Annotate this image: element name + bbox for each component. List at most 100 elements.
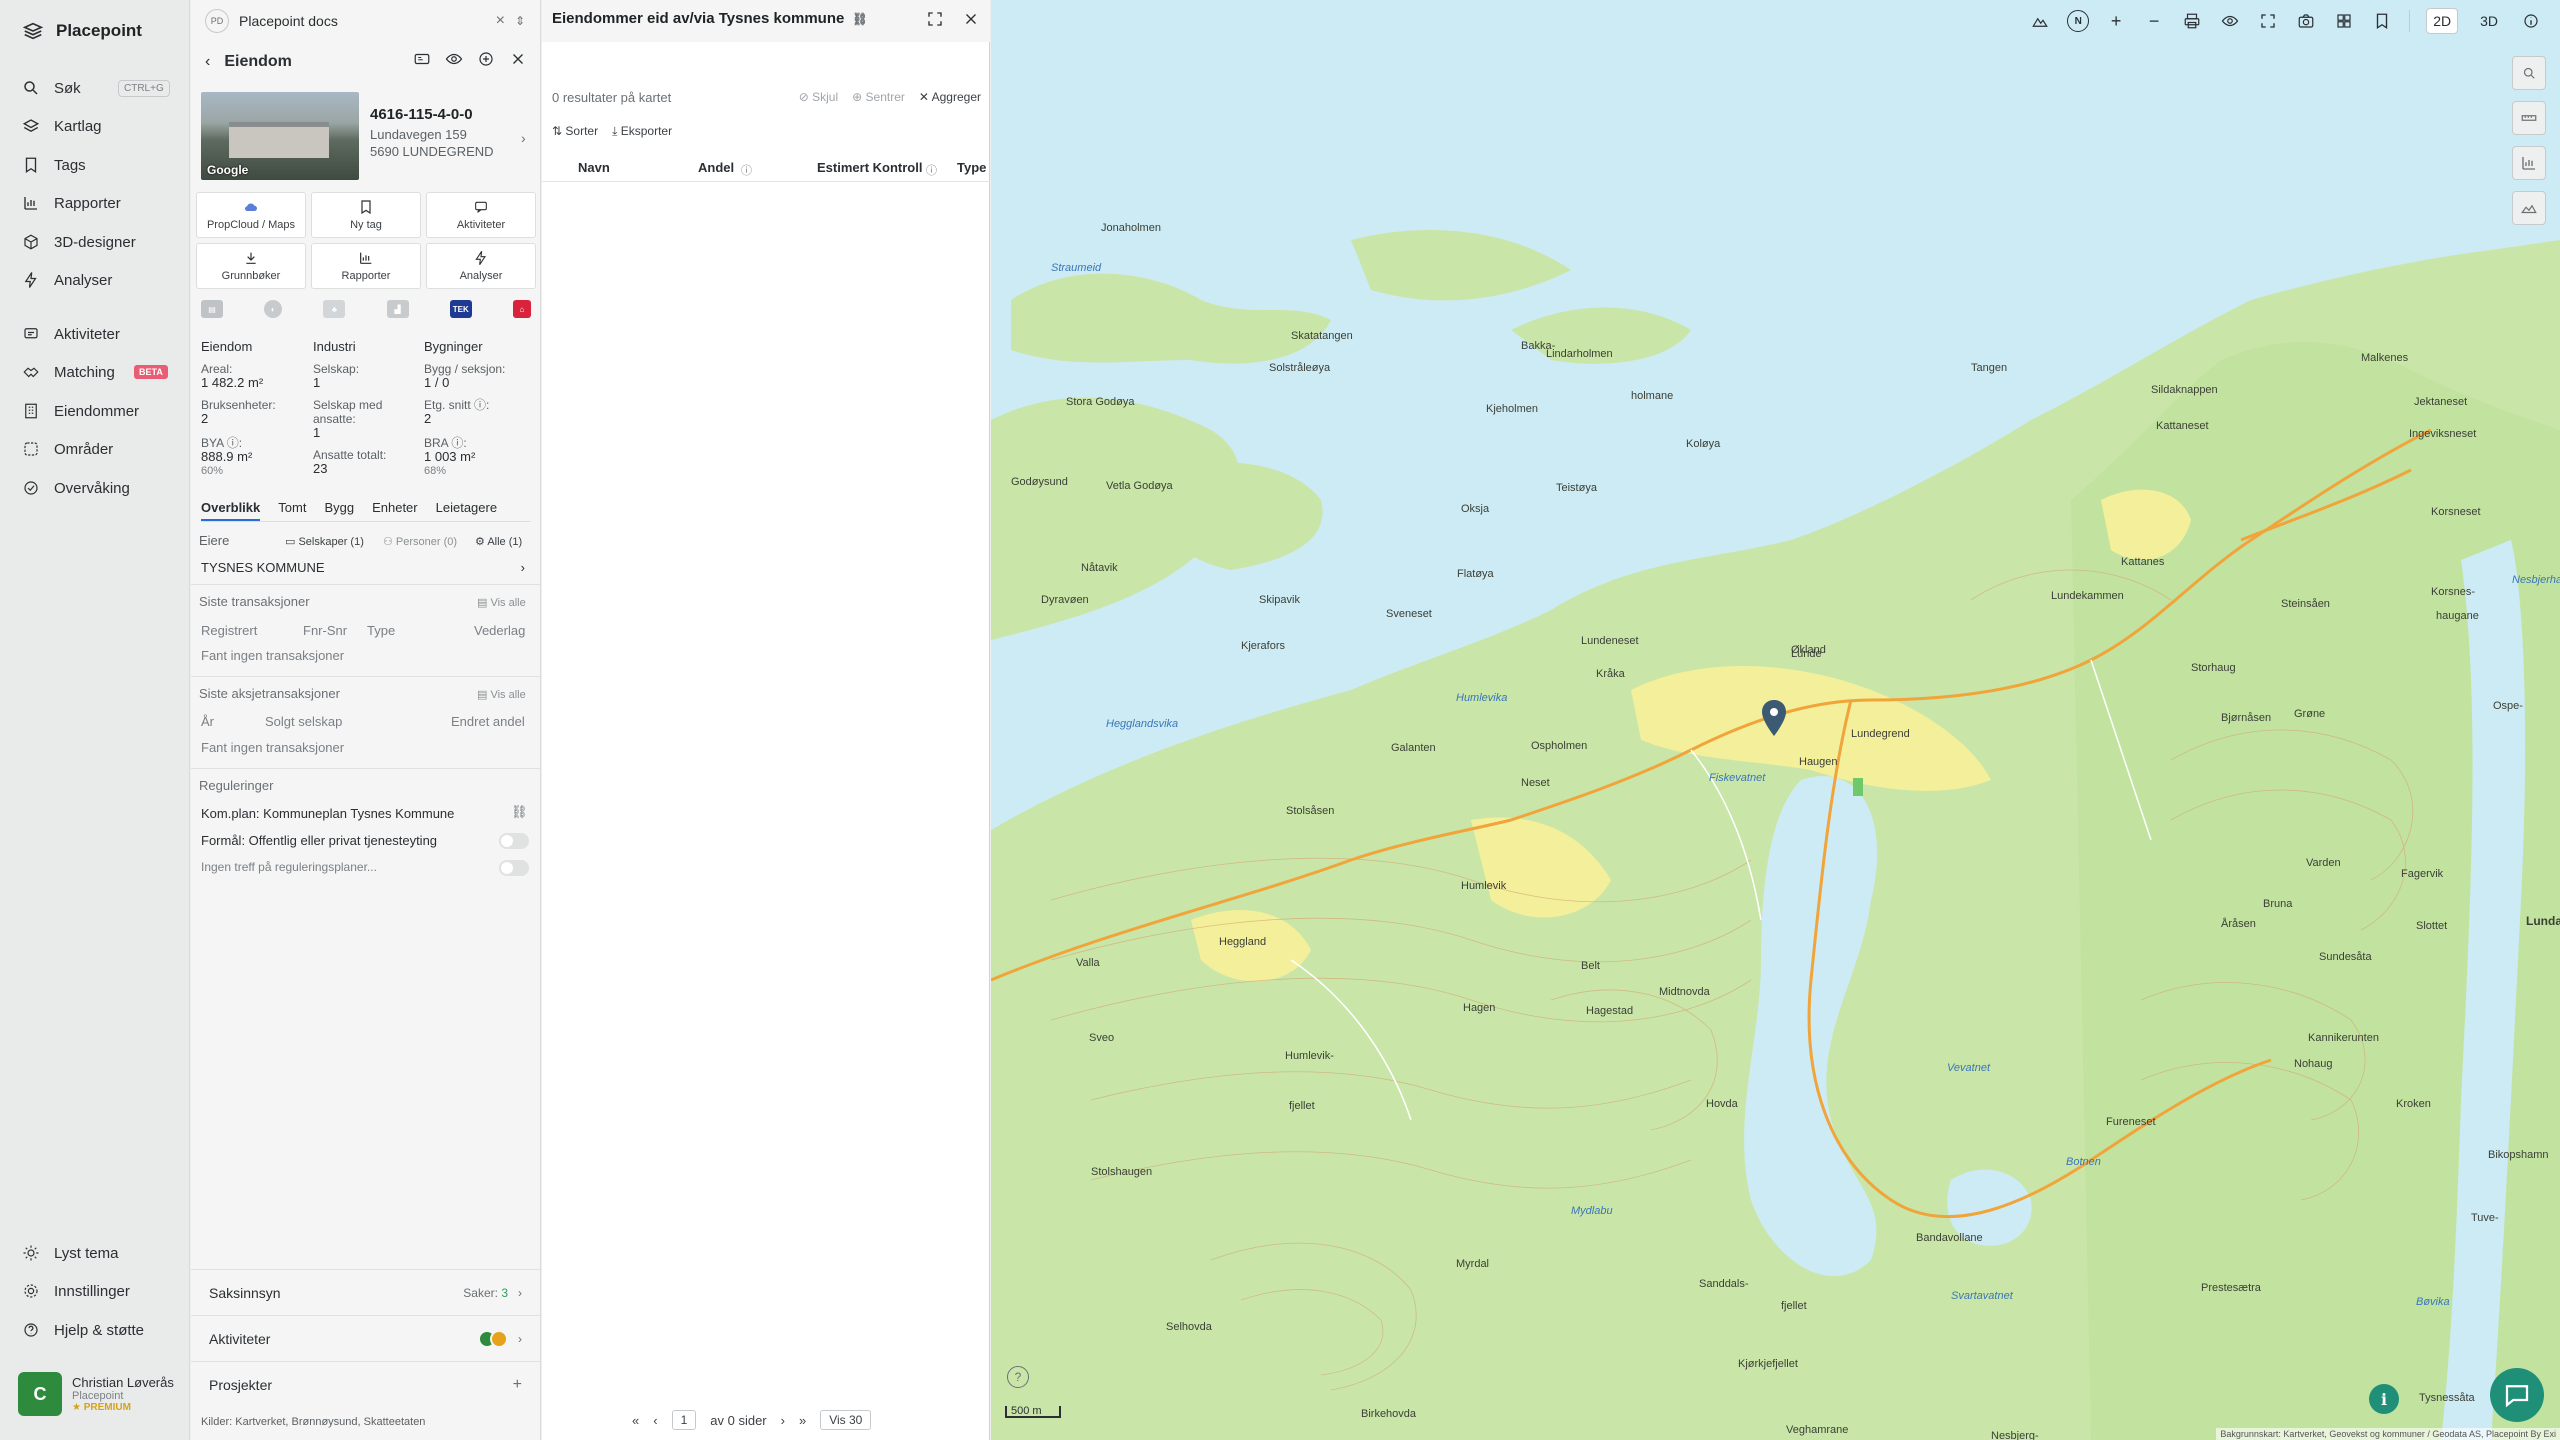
nav-item-omrader[interactable]: Områder: [22, 437, 172, 461]
property-photo[interactable]: Google: [201, 92, 359, 180]
tab-bygg[interactable]: Bygg: [324, 500, 354, 521]
last-page-icon[interactable]: »: [799, 1413, 806, 1428]
col-estimert[interactable]: Estimert Kontroll: [817, 160, 922, 175]
sort-button[interactable]: ⇅ Sorter: [552, 124, 598, 139]
add-icon[interactable]: +: [513, 1376, 522, 1394]
reports-button[interactable]: Rapporter: [311, 243, 421, 289]
view-2d-button[interactable]: 2D: [2426, 8, 2459, 34]
close-icon[interactable]: [962, 10, 980, 28]
link-icon[interactable]: ⛓: [511, 804, 528, 820]
prosjekter-row[interactable]: Prosjekter +: [191, 1361, 540, 1407]
nav-item-hjelp[interactable]: Hjelp & støtte: [22, 1318, 172, 1342]
zoom-out-icon[interactable]: −: [2143, 10, 2165, 32]
expand-toggle-icon[interactable]: ⇕: [515, 14, 525, 28]
compass-north[interactable]: N: [2067, 10, 2090, 32]
property-address[interactable]: 4616-115-4-0-0 Lundavegen 159 5690 LUNDE…: [370, 106, 494, 159]
close-icon[interactable]: [509, 50, 527, 68]
aktiviteter-row[interactable]: Aktiviteter ›: [191, 1315, 540, 1361]
tab-enheter[interactable]: Enheter: [372, 500, 418, 521]
registry-badge-icon[interactable]: ▤: [201, 300, 223, 318]
chat-support-button[interactable]: [2490, 1368, 2544, 1422]
measure-tool[interactable]: [2512, 101, 2546, 135]
source-skatteetaten[interactable]: Skatteetaten: [364, 1416, 426, 1428]
grunnboker-button[interactable]: Grunnbøker: [196, 243, 306, 289]
analyses-button[interactable]: Analyser: [426, 243, 536, 289]
filter-personer[interactable]: ⚇ Personer (0): [383, 535, 457, 548]
draw-tool[interactable]: [2512, 56, 2546, 90]
eye-icon[interactable]: [445, 50, 463, 68]
globe-badge-icon[interactable]: ◐: [264, 300, 283, 318]
nav-item-aktiviteter[interactable]: Aktiviteter: [22, 322, 172, 346]
close-icon[interactable]: ×: [496, 12, 505, 30]
nav-item-tags[interactable]: Tags: [22, 153, 172, 177]
chart-tool[interactable]: [2512, 146, 2546, 180]
page-input[interactable]: 1: [671, 1410, 697, 1430]
docs-tab[interactable]: PD Placepoint docs × ⇕: [205, 8, 525, 34]
tek-badge[interactable]: TEK: [449, 300, 472, 318]
zoom-in-icon[interactable]: +: [2105, 10, 2127, 32]
house-badge-icon[interactable]: ⌂: [512, 300, 531, 318]
nav-item-matching[interactable]: Matching BETA: [22, 360, 172, 384]
nav-item-kartlag[interactable]: Kartlag: [22, 114, 172, 138]
id-card-icon[interactable]: [413, 50, 431, 68]
fullscreen-button[interactable]: [2257, 10, 2279, 32]
link-icon[interactable]: ⛓: [852, 12, 867, 26]
layers-toggle[interactable]: [2029, 10, 2051, 32]
tab-tomt[interactable]: Tomt: [278, 500, 306, 521]
add-circle-icon[interactable]: [477, 50, 495, 68]
grid-button[interactable]: [2333, 10, 2355, 32]
activities-button[interactable]: Aktiviteter: [426, 192, 536, 238]
first-page-icon[interactable]: «: [632, 1413, 639, 1428]
back-icon[interactable]: ‹: [205, 53, 210, 71]
share-tx-show-all[interactable]: ▤ Vis alle: [477, 688, 526, 701]
col-type[interactable]: Type: [957, 160, 986, 175]
col-andel[interactable]: Andel: [698, 160, 734, 175]
filter-selskaper[interactable]: ▭ Selskaper (1): [285, 535, 364, 548]
tab-leietagere[interactable]: Leietagere: [436, 500, 497, 521]
page-size-select[interactable]: Vis 30: [820, 1410, 872, 1430]
next-page-icon[interactable]: ›: [781, 1413, 785, 1428]
nav-item-3d-designer[interactable]: 3D-designer: [22, 230, 172, 254]
fullscreen-icon[interactable]: [926, 10, 944, 28]
map-view[interactable]: Jonaholmen Straumeid Skatatangen Solstråleø…: [991, 0, 2560, 1440]
prev-page-icon[interactable]: ‹: [653, 1413, 657, 1428]
app-brand[interactable]: Placepoint: [22, 20, 142, 42]
regplan-toggle[interactable]: [499, 860, 529, 876]
help-icon[interactable]: ?: [1007, 1366, 1029, 1388]
transactions-show-all[interactable]: ▤ Vis alle: [477, 596, 526, 609]
new-tag-button[interactable]: Ny tag: [311, 192, 421, 238]
saksinnsyn-row[interactable]: Saksinnsyn Saker: 3 ›: [191, 1269, 540, 1315]
source-kartverket[interactable]: Kartverket,: [235, 1416, 288, 1428]
screenshot-button[interactable]: [2295, 10, 2317, 32]
view-3d-button[interactable]: 3D: [2474, 9, 2504, 33]
info-icon[interactable]: ⓘ: [926, 162, 937, 178]
nav-item-analyser[interactable]: Analyser: [22, 268, 172, 292]
hide-button[interactable]: ⊘ Skjul: [799, 90, 838, 104]
aggregate-button[interactable]: ✕ Aggreger: [919, 90, 981, 104]
center-button[interactable]: ⊕ Sentrer: [852, 90, 905, 104]
col-navn[interactable]: Navn: [578, 160, 610, 175]
source-bronnoysund[interactable]: Brønnøysund,: [292, 1416, 361, 1428]
map-info-button[interactable]: [2520, 10, 2542, 32]
nav-item-search[interactable]: Søk CTRL+G: [22, 76, 172, 100]
nav-item-overvaking[interactable]: Overvåking: [22, 476, 172, 500]
info-icon[interactable]: ⓘ: [741, 162, 752, 178]
info-icon[interactable]: i: [2369, 1384, 2399, 1414]
print-button[interactable]: [2181, 10, 2203, 32]
propcloud-button[interactable]: PropCloud / Maps: [196, 192, 306, 238]
visibility-button[interactable]: [2219, 10, 2241, 32]
owner-row[interactable]: TYSNES KOMMUNE ›: [201, 560, 531, 575]
nav-item-rapporter[interactable]: Rapporter: [22, 191, 172, 215]
purpose-toggle[interactable]: [499, 833, 529, 849]
property-marker[interactable]: [1761, 700, 1787, 739]
tab-overblikk[interactable]: Overblikk: [201, 500, 261, 521]
nav-item-eiendommer[interactable]: Eiendommer: [22, 399, 172, 423]
export-button[interactable]: ⤓ Eksporter: [612, 124, 672, 139]
user-profile[interactable]: C Christian Løverås Placepoint ★ PREMIUM: [18, 1372, 174, 1416]
profile-tool[interactable]: [2512, 191, 2546, 225]
filter-alle[interactable]: ⚙ Alle (1): [475, 535, 522, 548]
chevron-right-icon[interactable]: ›: [521, 130, 526, 146]
bookmark-button[interactable]: [2371, 10, 2393, 32]
energy-badge-icon[interactable]: ▟: [386, 300, 409, 318]
plant-badge-icon[interactable]: ♣: [323, 300, 346, 318]
